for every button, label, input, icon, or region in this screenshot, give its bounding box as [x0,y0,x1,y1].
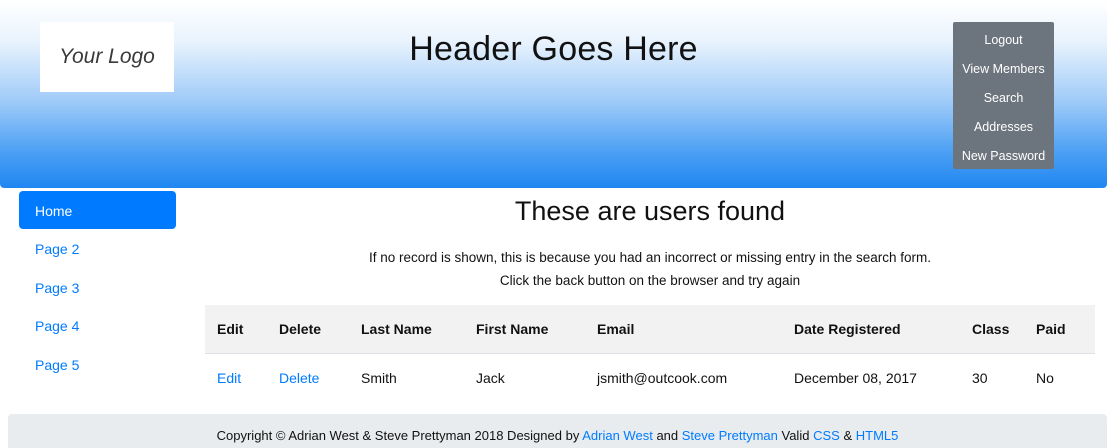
paid-cell: No [1036,370,1054,387]
edit-link[interactable]: Edit [217,370,241,386]
footer-valid-text: Valid [781,428,810,443]
designer-link-adrian-west[interactable]: Adrian West [582,428,653,443]
class-cell: 30 [972,370,988,387]
designer-link-steve-prettyman[interactable]: Steve Prettyman [682,428,778,443]
info-message-line-1: If no record is shown, this is because y… [368,250,931,265]
delete-cell: Delete [267,353,349,403]
delete-link[interactable]: Delete [279,370,319,386]
info-message-line-2: Click the back button on the browser and… [499,273,801,288]
column-header-date-registered: Date Registered [782,305,960,354]
users-table: Edit Delete Last Name First Name Email D… [205,305,1095,403]
column-header-delete: Delete [267,305,349,354]
sidebar-item-page-4[interactable]: Page 4 [19,306,176,345]
column-header-email: Email [585,305,782,354]
table-row: Edit Delete Smith Jack jsmith@outcook.co… [205,353,1095,403]
copyright-text: Copyright © Adrian West & Steve Prettyma… [216,428,580,443]
table-header: Edit Delete Last Name First Name Email D… [205,305,1095,354]
column-header-class: Class [960,305,1024,354]
sidebar-item-home[interactable]: Home [19,191,176,229]
page-header: Your Logo Header Goes Here Logout View M… [0,0,1107,188]
menu-search-link[interactable]: Search [953,88,1054,117]
date-registered-cell: December 08, 2017 [794,370,917,387]
column-header-first-name: First Name [464,305,585,354]
last-name-cell: Smith [361,370,397,387]
page-title: These are users found [514,196,786,226]
header-title: Header Goes Here [409,30,698,68]
sidebar-item-page-2[interactable]: Page 2 [19,229,176,268]
first-name-cell: Jack [476,370,505,387]
css-validator-link[interactable]: CSS [813,428,840,443]
footer-and-text: and [656,428,679,443]
column-header-edit: Edit [205,305,267,354]
table-body: Edit Delete Smith Jack jsmith@outcook.co… [205,353,1095,403]
column-header-last-name: Last Name [349,305,464,354]
page-footer: Copyright © Adrian West & Steve Prettyma… [8,414,1107,448]
menu-logout-link[interactable]: Logout [953,30,1054,59]
footer-ampersand-text: & [843,428,853,443]
sidebar-nav: Home Page 2 Page 3 Page 4 Page 5 [19,191,176,383]
edit-cell: Edit [205,353,267,403]
html5-validator-link[interactable]: HTML5 [856,428,899,443]
sidebar-item-page-3[interactable]: Page 3 [19,268,176,307]
column-header-paid: Paid [1024,305,1095,354]
menu-new-password-link[interactable]: New Password [953,146,1054,175]
sidebar-item-page-5[interactable]: Page 5 [19,345,176,384]
email-cell: jsmith@outcook.com [597,370,728,387]
menu-view-members-link[interactable]: View Members [953,59,1054,88]
table-header-row: Edit Delete Last Name First Name Email D… [205,305,1095,354]
menu-addresses-link[interactable]: Addresses [953,117,1054,146]
header-menu: Logout View Members Search Addresses New… [953,22,1054,169]
